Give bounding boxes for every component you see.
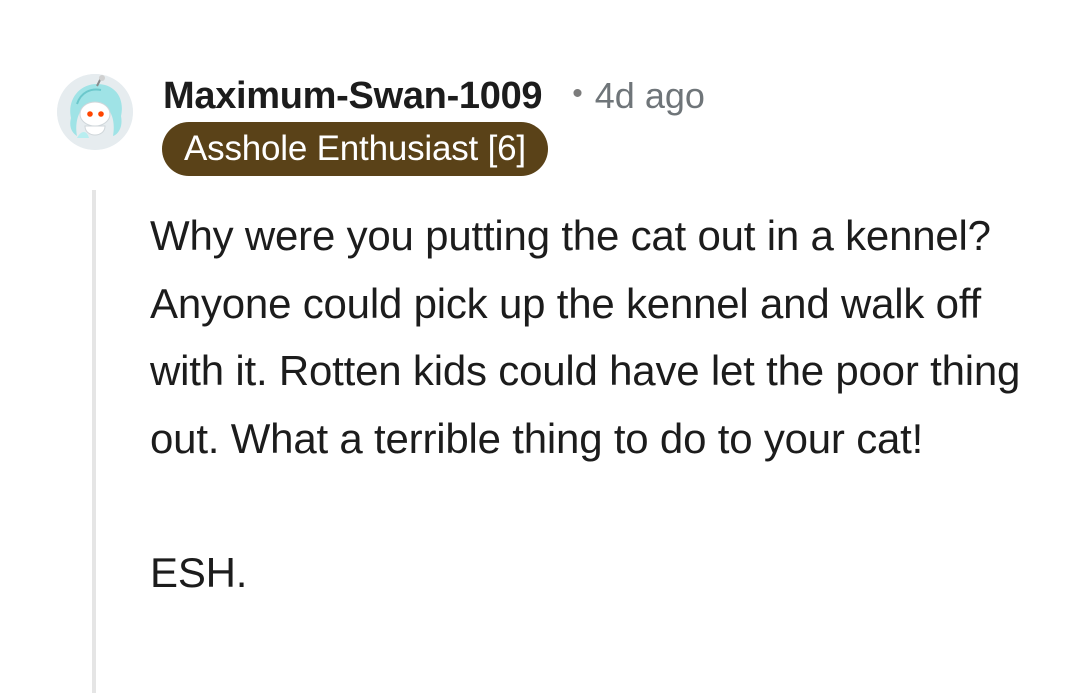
user-avatar-icon[interactable] [57, 74, 133, 150]
timestamp: 4d ago [594, 75, 705, 116]
user-flair: Asshole Enthusiast [6] [162, 122, 548, 176]
username[interactable]: Maximum-Swan-1009 [163, 75, 543, 118]
separator-dot: • [572, 77, 583, 110]
thread-line[interactable] [92, 190, 96, 693]
snoo-avatar-icon [57, 74, 133, 150]
comment-paragraph: Why were you putting the cat out in a ke… [150, 212, 1021, 462]
comment-header: Maximum-Swan-1009 • 4d ago [163, 72, 705, 120]
comment-body: Why were you putting the cat out in a ke… [150, 202, 1050, 607]
comment-paragraph: ESH. [150, 549, 248, 596]
comment: Maximum-Swan-1009 • 4d ago Asshole Enthu… [0, 0, 1079, 693]
